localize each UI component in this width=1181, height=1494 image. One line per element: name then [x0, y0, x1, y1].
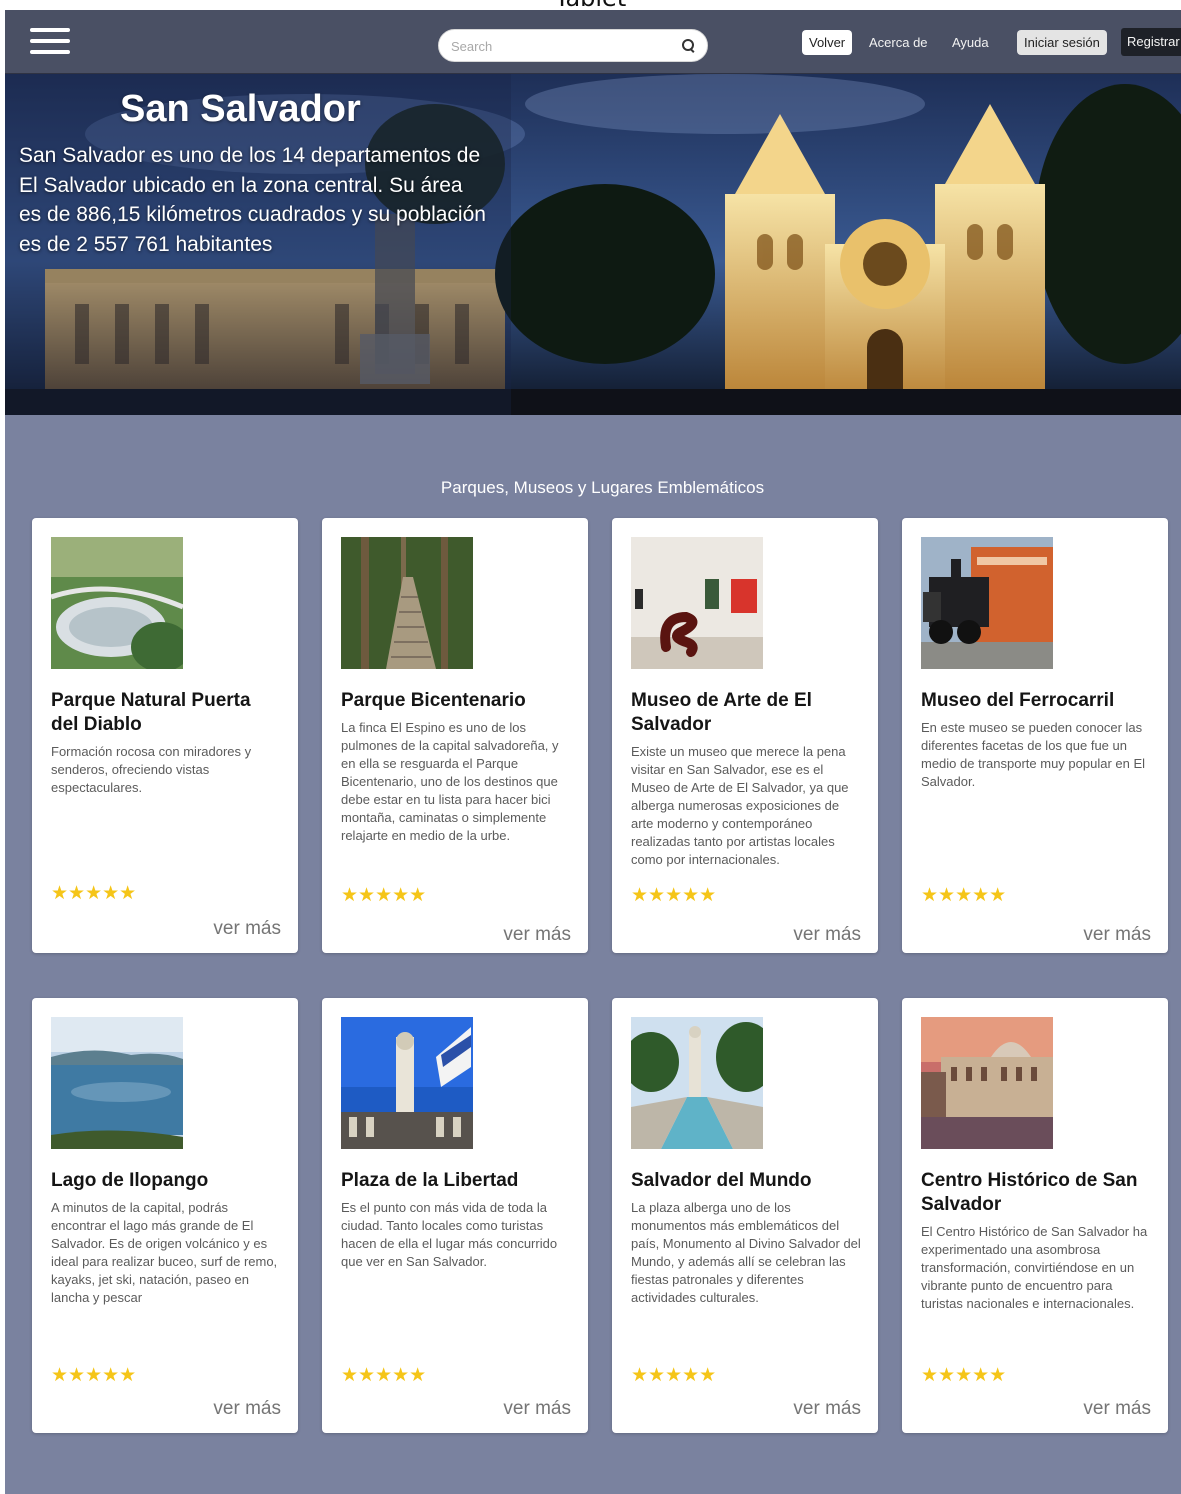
card-description: Existe un museo que merece la pena visit…: [631, 744, 849, 867]
card-title: Museo de Arte de El Salvador: [631, 690, 812, 735]
card-description: Es el punto con más vida de toda la ciud…: [341, 1200, 558, 1269]
card-title: Lago de Ilopango: [51, 1170, 209, 1191]
ver-mas-link[interactable]: ver más: [213, 918, 281, 940]
card-title: Salvador del Mundo: [631, 1170, 812, 1191]
star-rating-icon: ★★★★★: [631, 1365, 717, 1386]
ver-mas-link[interactable]: ver más: [1083, 1398, 1151, 1420]
page-caption: Tablet: [0, 0, 1181, 10]
login-button[interactable]: Iniciar sesión: [1017, 30, 1107, 55]
star-rating-icon: ★★★★★: [631, 885, 717, 906]
tablet-frame: Volver Acerca de Ayuda Iniciar sesión Re…: [5, 10, 1181, 1494]
card-image-marte: [631, 537, 763, 669]
card-title: Museo del Ferrocarril: [921, 690, 1115, 711]
star-rating-icon: ★★★★★: [51, 883, 137, 904]
card-image-ferrocarril: [921, 537, 1053, 669]
ver-mas-link[interactable]: ver más: [213, 1398, 281, 1420]
ver-mas-link[interactable]: ver más: [1083, 924, 1151, 946]
top-navbar: Volver Acerca de Ayuda Iniciar sesión Re…: [5, 10, 1181, 74]
hero-banner: San Salvador San Salvador es uno de los …: [5, 74, 1181, 415]
place-card[interactable]: Museo de Arte de El Salvador Existe un m…: [612, 518, 878, 953]
section-title: Parques, Museos y Lugares Emblemáticos: [440, 478, 765, 497]
card-description: La plaza alberga uno de los monumentos m…: [631, 1200, 861, 1305]
place-card[interactable]: Museo del Ferrocarril En este museo se p…: [902, 518, 1168, 953]
place-card[interactable]: Parque Natural Puerta del Diablo Formaci…: [32, 518, 298, 953]
hamburger-menu-icon[interactable]: [30, 28, 70, 58]
card-title: Parque Natural Puerta del Diablo: [51, 690, 251, 735]
card-image-bicentenario: [341, 537, 473, 669]
card-image-salvador-del-mundo: [631, 1017, 763, 1149]
ver-mas-link[interactable]: ver más: [503, 1398, 571, 1420]
card-image-puerta-diablo: [51, 537, 183, 669]
place-card[interactable]: Parque Bicentenario La finca El Espino e…: [322, 518, 588, 953]
card-title: Centro Histórico de San Salvador: [921, 1170, 1138, 1215]
ayuda-link[interactable]: Ayuda: [945, 30, 996, 55]
star-rating-icon: ★★★★★: [341, 885, 427, 906]
search-icon[interactable]: [682, 39, 696, 53]
card-description: A minutos de la capital, podrás encontra…: [51, 1200, 278, 1305]
acerca-de-link[interactable]: Acerca de: [862, 30, 935, 55]
ver-mas-link[interactable]: ver más: [503, 924, 571, 946]
volver-button[interactable]: Volver: [802, 30, 853, 55]
search-input[interactable]: [451, 36, 671, 56]
place-card[interactable]: Salvador del Mundo La plaza alberga uno …: [612, 998, 878, 1433]
card-description: La finca El Espino es uno de los pulmone…: [341, 720, 559, 843]
card-image-ilopango: [51, 1017, 183, 1149]
card-description: El Centro Histórico de San Salvador ha e…: [921, 1224, 1148, 1311]
place-card[interactable]: Lago de Ilopango A minutos de la capital…: [32, 998, 298, 1433]
star-rating-icon: ★★★★★: [341, 1365, 427, 1386]
search-bar[interactable]: [438, 29, 708, 62]
hero-description: San Salvador es uno de los 14 departamen…: [19, 144, 486, 256]
card-title: Plaza de la Libertad: [341, 1170, 519, 1191]
ver-mas-link[interactable]: ver más: [793, 1398, 861, 1420]
hero-title: San Salvador: [120, 88, 361, 130]
star-rating-icon: ★★★★★: [51, 1365, 137, 1386]
place-card[interactable]: Centro Histórico de San Salvador El Cent…: [902, 998, 1168, 1433]
card-image-plaza-libertad: [341, 1017, 473, 1149]
card-description: En este museo se pueden conocer las dife…: [921, 720, 1146, 789]
register-button[interactable]: Registrar: [1121, 28, 1181, 56]
card-image-centro-historico: [921, 1017, 1053, 1149]
place-card[interactable]: Plaza de la Libertad Es el punto con más…: [322, 998, 588, 1433]
star-rating-icon: ★★★★★: [921, 1365, 1007, 1386]
card-title: Parque Bicentenario: [341, 690, 526, 711]
ver-mas-link[interactable]: ver más: [793, 924, 861, 946]
star-rating-icon: ★★★★★: [921, 885, 1007, 906]
card-description: Formación rocosa con miradores y sendero…: [51, 744, 252, 795]
